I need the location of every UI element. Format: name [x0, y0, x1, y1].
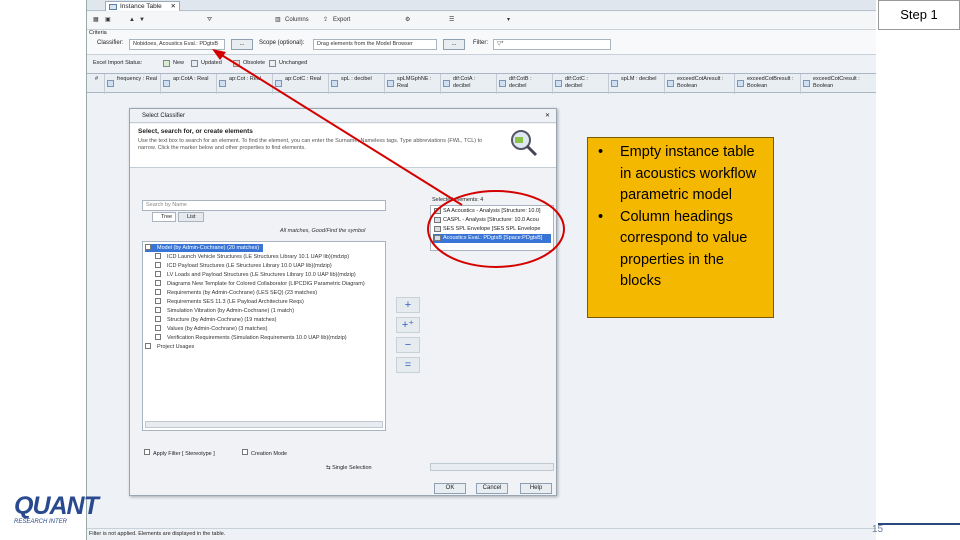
footer-line [878, 523, 960, 525]
step-label: Step 1 [878, 0, 960, 30]
callout-bullet: Column headings correspond to value prop… [594, 207, 767, 293]
annotation-arrow [219, 53, 463, 206]
company-logo: QUANT RESEARCH INTER [14, 490, 99, 535]
arrow-head-icon [212, 49, 226, 60]
logo-text: QUANT [14, 492, 99, 520]
callout-note: Empty instance table in acoustics workfl… [587, 137, 774, 318]
callout-bullet: Empty instance table in acoustics workfl… [594, 142, 767, 207]
annotation-overlay [212, 49, 565, 268]
page-number: 15 [872, 524, 884, 535]
annotation-ellipse [427, 190, 565, 268]
